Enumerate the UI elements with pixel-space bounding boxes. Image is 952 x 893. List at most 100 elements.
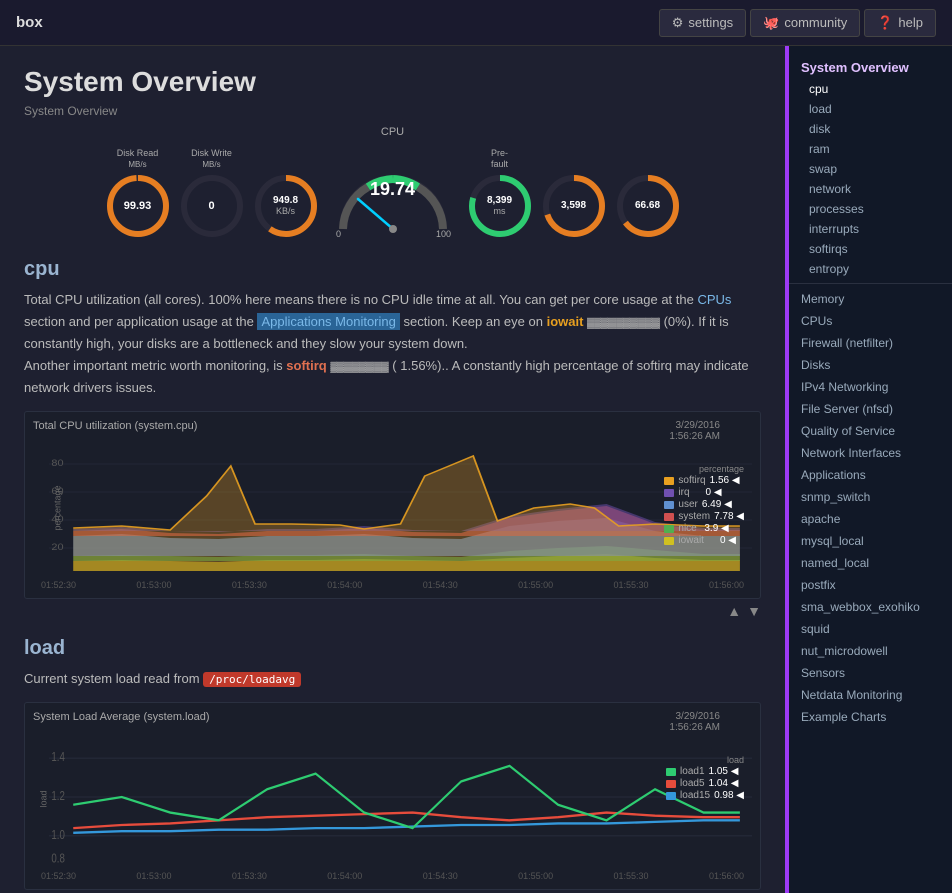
- sidebar-item-snmp[interactable]: snmp_switch: [789, 486, 952, 508]
- main-content: System Overview System Overview CPU Disk…: [0, 46, 785, 893]
- load-chart-legend: load load1 1.05 ◀ load5 1.04 ◀ load15: [666, 755, 744, 801]
- cpu-heading: cpu: [24, 258, 761, 281]
- sidebar-item-apache[interactable]: apache: [789, 508, 952, 530]
- legend-load15: load15 0.98 ◀: [666, 790, 744, 801]
- sidebar-item-swap[interactable]: swap: [789, 159, 952, 179]
- legend-irq: irq 0 ◀: [664, 487, 744, 498]
- cpu-chart-legend: percentage softirq 1.56 ◀ irq 0 ◀ user: [664, 464, 744, 546]
- cpu-description: Total CPU utilization (all cores). 100% …: [24, 289, 761, 399]
- cpus-link[interactable]: CPUs: [697, 292, 731, 307]
- cpu-yaxis-label: percentage: [53, 485, 63, 530]
- load-chart-svg: 1.4 1.2 1.0 0.8: [49, 727, 752, 867]
- cpu-gauges-label: CPU: [24, 126, 761, 138]
- sidebar-item-netif[interactable]: Network Interfaces: [789, 442, 952, 464]
- brand-logo: box: [16, 14, 659, 31]
- legend-user: user 6.49 ◀: [664, 499, 744, 510]
- cpu-chart-container: Total CPU utilization (system.cpu) 3/29/…: [24, 411, 761, 599]
- help-label: help: [898, 15, 923, 30]
- gauge-net: 949.8 KB/s: [252, 148, 320, 240]
- load-xaxis: 01:52:3001:53:0001:53:3001:54:00 01:54:3…: [33, 871, 752, 881]
- load-chart-title: System Load Average (system.load): [33, 711, 752, 723]
- sidebar-item-apps[interactable]: Applications: [789, 464, 952, 486]
- load-yaxis-label: load: [39, 790, 49, 807]
- cpu-chart-svg: 80 60 40 20: [49, 436, 752, 576]
- softirq-label: softirq: [286, 358, 326, 373]
- gauge-iops: Pre-fault 8,399 ms: [466, 148, 534, 240]
- help-button[interactable]: ❓ help: [864, 9, 936, 37]
- sidebar-item-cpu[interactable]: cpu: [789, 79, 952, 99]
- nav-buttons: ⚙ settings 🐙 community ❓ help: [659, 9, 936, 37]
- sidebar-item-ipv4[interactable]: IPv4 Networking: [789, 376, 952, 398]
- main-layout: System Overview System Overview CPU Disk…: [0, 46, 952, 893]
- cpu-gauges-row: Disk ReadMB/s 99.93 Disk WriteMB/s: [24, 148, 761, 240]
- sidebar-item-example[interactable]: Example Charts: [789, 706, 952, 728]
- load-heading: load: [24, 637, 761, 660]
- cpu-xaxis: 01:52:3001:53:0001:53:3001:54:00 01:54:3…: [33, 580, 752, 590]
- sidebar-item-nfsd[interactable]: File Server (nfsd): [789, 398, 952, 420]
- svg-text:80: 80: [51, 459, 64, 469]
- top-navigation: box ⚙ settings 🐙 community ❓ help: [0, 0, 952, 46]
- gauge-mem: 3,598: [540, 148, 608, 240]
- gauge-disk-read: Disk ReadMB/s 99.93: [104, 148, 172, 240]
- svg-text:0.8: 0.8: [51, 852, 64, 865]
- legend-iowait: iowait 0 ◀: [664, 535, 744, 546]
- big-gauge-value: 19.74: [328, 179, 458, 200]
- svg-text:1.4: 1.4: [51, 751, 64, 764]
- sidebar-item-squid[interactable]: squid: [789, 618, 952, 640]
- sidebar-item-mysql[interactable]: mysql_local: [789, 530, 952, 552]
- sidebar-item-entropy[interactable]: entropy: [789, 259, 952, 279]
- sidebar-item-ram[interactable]: ram: [789, 139, 952, 159]
- page-title: System Overview: [24, 66, 761, 98]
- sidebar-item-memory[interactable]: Memory: [789, 288, 952, 310]
- load-description: Current system load read from /proc/load…: [24, 668, 761, 690]
- cpu-chart-title: Total CPU utilization (system.cpu): [33, 420, 752, 432]
- sidebar-item-interrupts[interactable]: interrupts: [789, 219, 952, 239]
- sidebar-item-sma[interactable]: sma_webbox_exohiko: [789, 596, 952, 618]
- gauge-cpu-pct: 66.68: [614, 148, 682, 240]
- sidebar-item-load[interactable]: load: [789, 99, 952, 119]
- settings-label: settings: [688, 15, 733, 30]
- sidebar-item-netdata[interactable]: Netdata Monitoring: [789, 684, 952, 706]
- iowait-label: iowait: [547, 314, 584, 329]
- sidebar-item-softirqs[interactable]: softirqs: [789, 239, 952, 259]
- svg-text:0: 0: [336, 229, 341, 239]
- community-button[interactable]: 🐙 community: [750, 9, 860, 37]
- help-icon: ❓: [877, 15, 893, 31]
- load-chart-container: System Load Average (system.load) 3/29/2…: [24, 702, 761, 890]
- cpu-chart-down[interactable]: ▼: [747, 603, 761, 619]
- gear-icon: ⚙: [672, 15, 684, 31]
- sidebar-item-processes[interactable]: processes: [789, 199, 952, 219]
- sidebar-divider-1: [789, 283, 952, 284]
- sidebar-item-firewall[interactable]: Firewall (netfilter): [789, 332, 952, 354]
- sidebar-item-cpus[interactable]: CPUs: [789, 310, 952, 332]
- svg-text:1.2: 1.2: [51, 790, 64, 803]
- legend-load5: load5 1.04 ◀: [666, 778, 744, 789]
- sidebar-title: System Overview: [789, 54, 952, 79]
- sidebar-item-disk[interactable]: disk: [789, 119, 952, 139]
- community-icon: 🐙: [763, 15, 779, 31]
- loadavg-badge: /proc/loadavg: [203, 672, 301, 687]
- sidebar: System Overview cpu load disk ram swap n…: [787, 46, 952, 893]
- settings-button[interactable]: ⚙ settings: [659, 9, 746, 37]
- sidebar-item-nut[interactable]: nut_microdowell: [789, 640, 952, 662]
- svg-text:1.0: 1.0: [51, 829, 64, 842]
- svg-text:100: 100: [436, 229, 451, 239]
- svg-text:20: 20: [51, 543, 64, 553]
- big-cpu-gauge: 0 100 19.74: [328, 149, 458, 239]
- sidebar-item-postfix[interactable]: postfix: [789, 574, 952, 596]
- community-label: community: [784, 15, 847, 30]
- sidebar-item-qos[interactable]: Quality of Service: [789, 420, 952, 442]
- apps-monitoring-link[interactable]: Applications Monitoring: [257, 313, 399, 330]
- sidebar-item-sensors[interactable]: Sensors: [789, 662, 952, 684]
- gauge-disk-write: Disk WriteMB/s 0: [178, 148, 246, 240]
- legend-nice: nice 3.9 ◀: [664, 523, 744, 534]
- breadcrumb: System Overview: [24, 104, 761, 118]
- legend-system: system 7.78 ◀: [664, 511, 744, 522]
- cpu-chart-controls: ▲ ▼: [24, 603, 761, 619]
- sidebar-item-named[interactable]: named_local: [789, 552, 952, 574]
- legend-load1: load1 1.05 ◀: [666, 766, 744, 777]
- sidebar-item-network[interactable]: network: [789, 179, 952, 199]
- sidebar-item-disks[interactable]: Disks: [789, 354, 952, 376]
- cpu-chart-up[interactable]: ▲: [727, 603, 741, 619]
- legend-softirq: softirq 1.56 ◀: [664, 475, 744, 486]
